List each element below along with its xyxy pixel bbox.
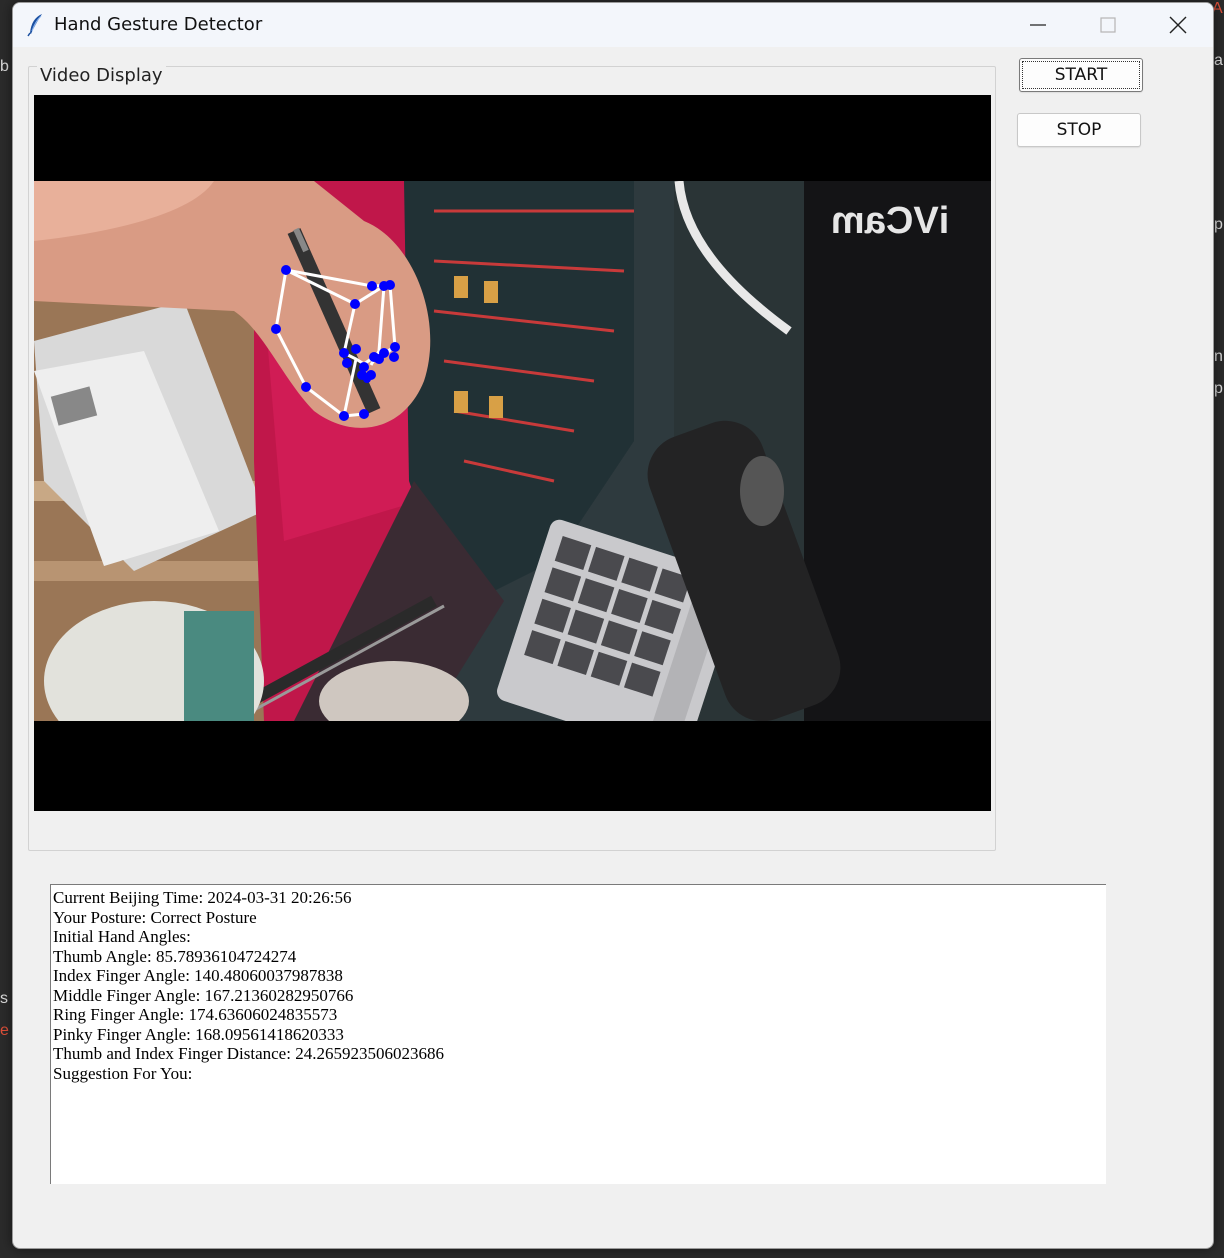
maximize-icon — [1100, 17, 1116, 33]
camera-frame-image: iVCam — [34, 181, 991, 721]
background-window-text: s — [0, 990, 8, 1007]
title-bar[interactable]: Hand Gesture Detector — [13, 3, 1213, 47]
output-line-suggestion: Suggestion For You: — [53, 1063, 193, 1083]
output-line-distance: Thumb and Index Finger Distance: 24.2659… — [53, 1044, 444, 1063]
output-line-posture: Your Posture: Correct Posture — [53, 907, 257, 927]
close-button[interactable] — [1143, 3, 1213, 47]
stop-button-label: STOP — [1056, 120, 1102, 140]
background-window-text: p — [1214, 216, 1223, 233]
background-window-text: n — [1214, 348, 1223, 365]
minimize-button[interactable] — [1003, 3, 1073, 47]
result-text-area[interactable]: Current Beijing Time: 2024-03-31 20:26:5… — [50, 884, 1106, 1184]
video-feed: iVCam — [34, 95, 991, 811]
maximize-button[interactable] — [1073, 3, 1143, 47]
output-line-index: Index Finger Angle: 140.48060037987838 — [53, 966, 343, 985]
start-button[interactable]: START — [1019, 58, 1143, 92]
focus-ring — [1022, 61, 1140, 89]
output-line-ring: Ring Finger Angle: 174.63606024835573 — [53, 1005, 338, 1024]
output-line-middle: Middle Finger Angle: 167.21360282950766 — [53, 985, 354, 1005]
output-line-time: Current Beijing Time: 2024-03-31 20:26:5… — [53, 888, 352, 907]
background-window-text: a — [1214, 52, 1223, 69]
close-icon — [1169, 16, 1187, 34]
video-watermark: iVCam — [831, 200, 949, 242]
output-line-pinky: Pinky Finger Angle: 168.09561418620333 — [53, 1024, 344, 1044]
app-window: Hand Gesture Detector Video Display iVCa… — [12, 2, 1214, 1249]
background-window-text: p — [1214, 380, 1223, 397]
stop-button[interactable]: STOP — [1017, 113, 1141, 147]
feather-icon — [27, 14, 42, 37]
background-window-text: e — [0, 1022, 9, 1039]
minimize-icon — [1030, 24, 1046, 26]
background-window-text: b — [0, 58, 9, 75]
window-title: Hand Gesture Detector — [54, 14, 263, 35]
video-display-label: Video Display — [37, 65, 166, 86]
output-line-thumb: Thumb Angle: 85.78936104724274 — [53, 946, 297, 966]
output-line-angles-header: Initial Hand Angles: — [53, 927, 191, 946]
